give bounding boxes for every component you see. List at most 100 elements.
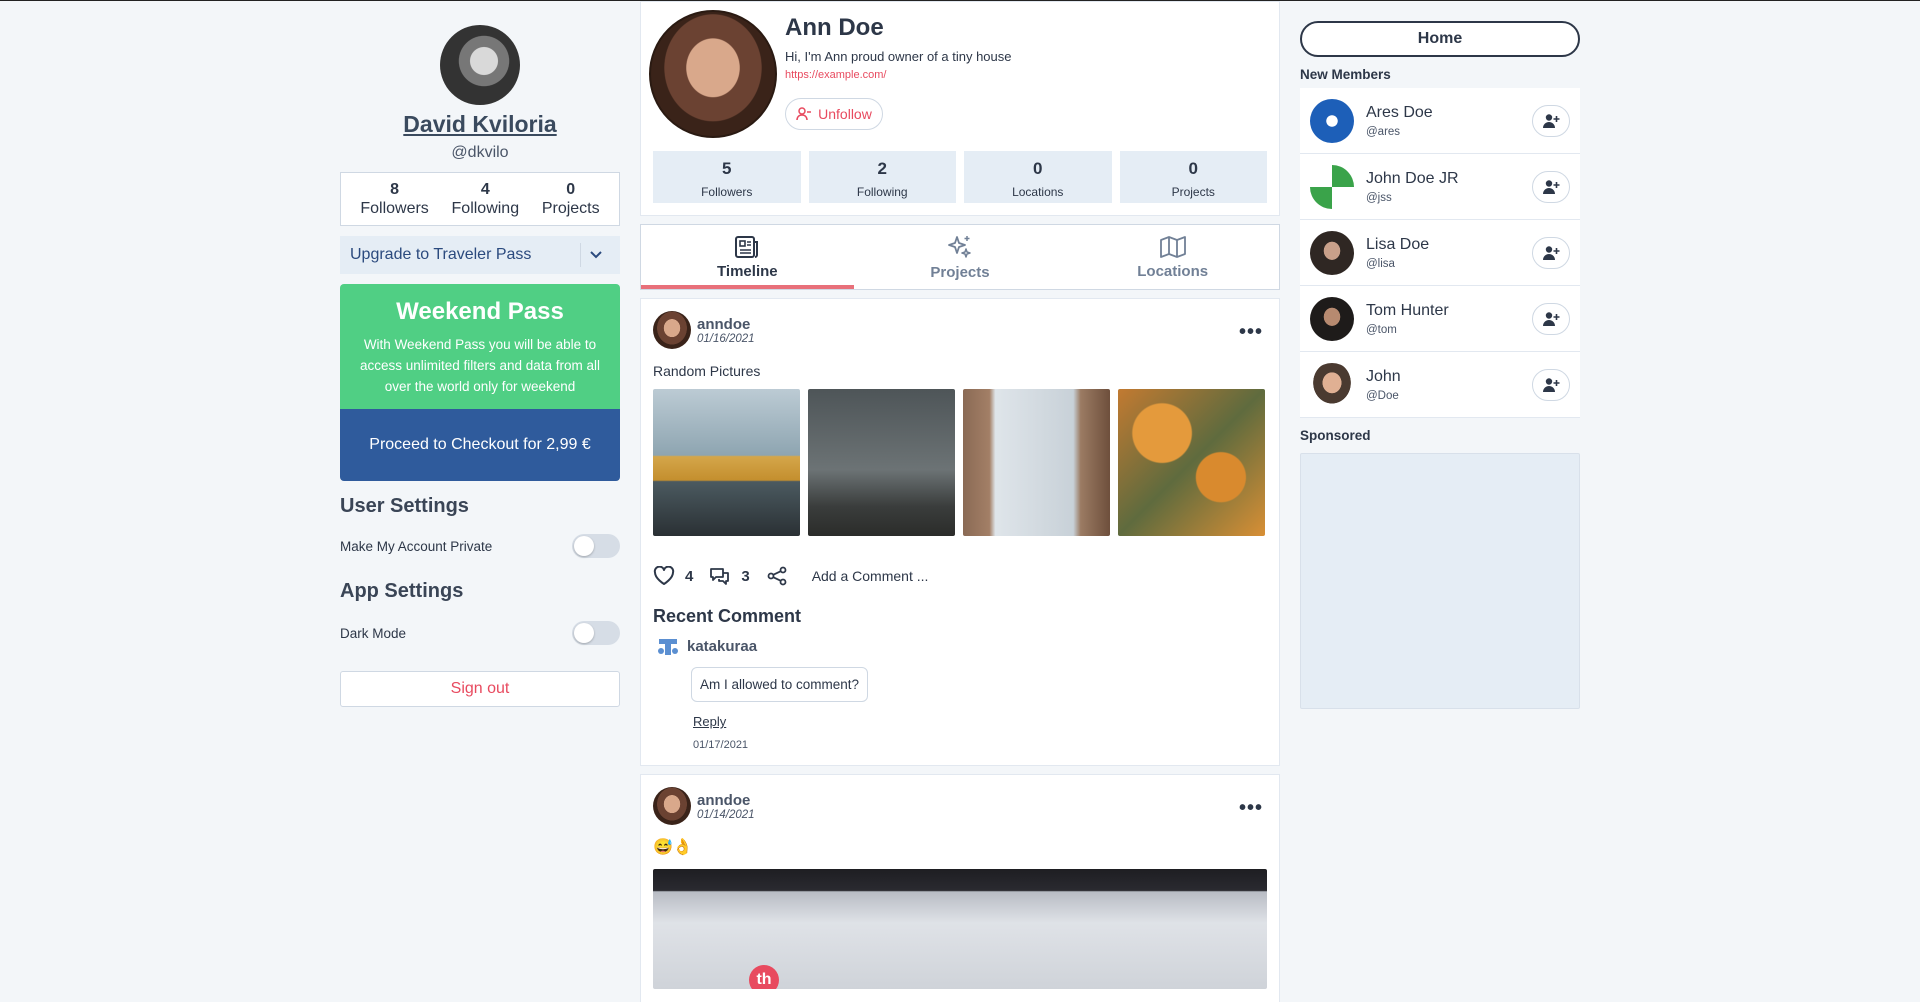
list-item: John Doe JR @jss [1300,154,1580,220]
private-account-toggle[interactable] [572,534,620,558]
avatar[interactable] [1310,362,1354,407]
stat-following[interactable]: 4 Following [452,181,520,218]
sponsored-ad[interactable] [1300,453,1580,709]
user-plus-icon [1543,377,1560,392]
pass-info: Weekend Pass With Weekend Pass you will … [340,284,620,409]
more-options-icon[interactable]: ••• [1239,797,1263,820]
profile-stat-locations[interactable]: 0 Locations [964,151,1112,203]
user-settings-title: User Settings [340,495,469,517]
more-options-icon[interactable]: ••• [1239,321,1263,344]
reply-link[interactable]: Reply [693,714,1267,729]
sign-out-button[interactable]: Sign out [340,671,620,707]
list-item: Ares Doe @ares [1300,88,1580,154]
avatar[interactable] [1310,98,1354,143]
left-sidebar: David Kviloria @dkvilo 8 Followers 4 Fol… [340,1,620,707]
tab-projects[interactable]: Projects [854,225,1067,289]
follow-button[interactable] [1532,368,1570,401]
list-item: Tom Hunter @tom [1300,286,1580,352]
profile-stat-followers[interactable]: 5 Followers [653,151,801,203]
post-date: 01/14/2021 [697,808,755,821]
comment-author: katakuraa [657,635,1267,657]
commenter-avatar-icon[interactable] [657,635,679,657]
profile-stat-projects[interactable]: 0 Projects [1119,151,1267,203]
dark-mode-label: Dark Mode [340,625,407,641]
toggle-knob [574,536,594,556]
upgrade-label: Upgrade to Traveler Pass [350,246,532,263]
profile-avatar [649,10,777,138]
gallery-image[interactable] [963,389,1110,536]
post-author[interactable]: anndoe [697,792,755,809]
private-account-label: Make My Account Private [340,538,493,554]
checkout-button[interactable]: Proceed to Checkout for 2,99 € [340,409,620,481]
stat-value: 0 [1033,159,1043,178]
current-user-avatar[interactable] [440,25,520,105]
member-handle: @tom [1366,323,1397,336]
post-header: anndoe 01/14/2021 [653,787,1267,825]
follow-button[interactable] [1532,170,1570,203]
stat-value: 0 [566,180,576,198]
stat-label: Following [451,199,520,217]
tab-locations[interactable]: Locations [1066,225,1279,289]
comment-author-name[interactable]: katakuraa [687,638,757,655]
member-name[interactable]: Ares Doe [1366,104,1520,122]
newspaper-icon [735,235,759,258]
profile-stat-following[interactable]: 2 Following [808,151,956,203]
profile-stats: 5 Followers 2 Following 0 Locations 0 Pr… [653,151,1267,203]
stat-label: Projects [1171,185,1215,199]
stat-label: Following [856,185,908,199]
new-members-title: New Members [1300,67,1391,82]
profile-name: Ann Doe [785,14,884,41]
gallery-image[interactable] [808,389,955,536]
heart-icon[interactable] [653,566,675,586]
dark-mode-toggle[interactable] [572,621,620,645]
comment-text: Am I allowed to comment? [691,667,869,702]
main-content: Ann Doe Hi, I'm Ann proud owner of a tin… [640,1,1280,1002]
upgrade-select[interactable]: Upgrade to Traveler Pass [340,236,620,274]
follow-button[interactable] [1532,302,1570,335]
post-text: Random Pictures [653,363,761,379]
post-image[interactable]: th [653,869,1267,989]
member-name[interactable]: Lisa Doe [1366,236,1520,254]
unfollow-label: Unfollow [818,106,872,122]
stat-followers[interactable]: 8 Followers [360,181,428,218]
member-handle: @Doe [1366,389,1399,402]
tab-timeline[interactable]: Timeline [641,225,854,289]
follow-button[interactable] [1532,236,1570,269]
gallery-image[interactable] [653,389,800,536]
sponsored-title: Sponsored [1300,428,1371,443]
member-name[interactable]: John Doe JR [1366,170,1520,188]
stat-value: 8 [390,180,400,198]
current-user-name-link[interactable]: David Kviloria [340,111,620,138]
map-icon [1159,235,1186,258]
home-button[interactable]: Home [1300,21,1580,57]
post-author-avatar[interactable] [653,787,691,825]
chevron-down-icon[interactable] [580,243,610,267]
member-handle: @jss [1366,191,1392,204]
right-sidebar: Home New Members Ares Doe @ares John Doe … [1300,1,1580,709]
avatar[interactable] [1310,296,1354,341]
stat-value: 2 [877,159,887,178]
post-header: anndoe 01/16/2021 [653,311,1267,349]
gallery-image[interactable] [1118,389,1265,536]
stat-projects[interactable]: 0 Projects [542,181,600,218]
follow-button[interactable] [1532,104,1570,137]
current-user-handle: @dkvilo [451,144,509,161]
profile-card: Ann Doe Hi, I'm Ann proud owner of a tin… [640,1,1280,216]
post-author-avatar[interactable] [653,311,691,349]
add-comment-link[interactable]: Add a Comment ... [812,568,929,584]
stat-value: 5 [722,159,732,178]
avatar[interactable] [1310,164,1354,209]
current-user-stats: 8 Followers 4 Following 0 Projects [340,172,620,226]
unfollow-button[interactable]: Unfollow [785,98,883,130]
post-author[interactable]: anndoe [697,316,755,333]
app-settings-title: App Settings [340,580,464,602]
user-plus-icon [1543,113,1560,128]
member-name[interactable]: John [1366,368,1520,386]
avatar[interactable] [1310,230,1354,275]
profile-website-link[interactable]: https://example.com/ [785,69,887,81]
member-name[interactable]: Tom Hunter [1366,302,1520,320]
comments-icon[interactable] [709,566,731,586]
recent-comment-title: Recent Comment [653,606,802,626]
share-icon[interactable] [766,566,788,586]
list-item: John @Doe [1300,352,1580,418]
